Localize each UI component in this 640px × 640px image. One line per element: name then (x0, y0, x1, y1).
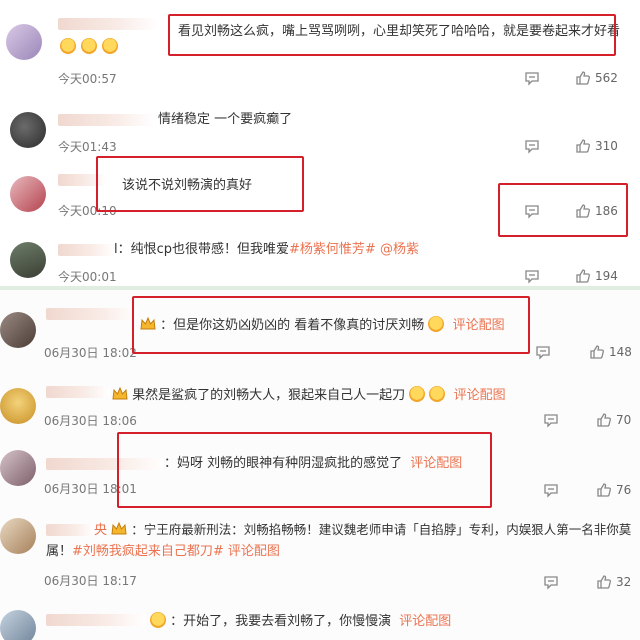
comment-text: ：开始了，我要去看刘畅了，你慢慢演 评论配图 (150, 612, 451, 632)
like-count: 32 (616, 575, 632, 589)
avatar[interactable] (0, 312, 36, 348)
comment-text-line2: 属！#刘畅我疯起来自己都刀# 评论配图 (46, 542, 280, 562)
highlight-box (168, 14, 616, 56)
like-count: 310 (595, 139, 618, 153)
thumbs-up-icon (590, 345, 604, 359)
thumbs-up-icon (597, 483, 611, 497)
comment-text-body: ：开始了，我要去看刘畅了，你慢慢演 (170, 614, 392, 629)
comment-timestamp: 06月30日 18:02 (44, 346, 137, 360)
thumbs-up-icon (576, 269, 590, 283)
avatar[interactable] (0, 388, 36, 424)
highlight-box (498, 183, 628, 237)
like-button[interactable]: 148 (589, 344, 632, 360)
comment-text-body: ：宁王府最新刑法：刘畅掐畅畅！建议魏老师申请「自掐脖」专利，内娱狠人第一名非你莫 (131, 522, 632, 537)
reply-button[interactable] (543, 412, 559, 428)
comment-text-body: l：纯恨cp也很带感！但我唯爱 (114, 242, 290, 257)
comment-timestamp: 今天01:43 (58, 140, 117, 154)
comment-text: 果然是鲨疯了的刘畅大人，狠起来自己人一起刀 评论配图 (112, 386, 506, 406)
like-count: 194 (595, 269, 618, 283)
laughing-emoji-icon (81, 38, 98, 54)
laughing-emoji-icon (429, 386, 446, 402)
avatar[interactable] (10, 242, 46, 278)
like-count: 562 (595, 71, 618, 85)
avatar[interactable] (0, 518, 36, 554)
reply-button[interactable] (524, 138, 540, 154)
comment-text: 央 ：宁王府最新刑法：刘畅掐畅畅！建议魏老师申请「自掐脖」专利，内娱狠人第一名非… (94, 520, 631, 541)
highlight-box (96, 156, 304, 212)
comment-icon (544, 576, 558, 590)
like-count: 70 (616, 413, 632, 427)
crown-badge-icon (112, 386, 128, 401)
like-button[interactable]: 562 (575, 70, 618, 86)
like-button[interactable]: 76 (596, 482, 631, 498)
username-blurred[interactable] (46, 386, 110, 398)
comment-image-link[interactable]: 评论配图 (228, 544, 280, 559)
reply-button[interactable] (543, 574, 559, 590)
avatar[interactable] (10, 176, 46, 212)
username-blurred[interactable] (58, 18, 158, 30)
laughing-emoji-icon (409, 386, 426, 402)
comment-icon (536, 346, 550, 360)
crown-badge-icon (111, 521, 127, 536)
avatar[interactable] (10, 112, 46, 148)
like-count: 148 (609, 345, 632, 359)
laughing-emoji-icon (60, 38, 76, 54)
comment-timestamp: 06月30日 18:06 (44, 414, 137, 428)
avatar[interactable] (6, 24, 42, 60)
laughing-emoji-icon (102, 38, 119, 54)
username-blurred[interactable] (46, 308, 138, 320)
comment-icon (525, 270, 539, 284)
comment-text: l：纯恨cp也很带感！但我唯爱#杨紫何惟芳# @杨紫 (114, 240, 419, 260)
like-button[interactable]: 70 (596, 412, 631, 428)
comment-text: 情绪稳定 一个要疯癫了 (158, 112, 293, 127)
username-blurred[interactable] (58, 244, 114, 256)
username-blurred[interactable] (58, 114, 154, 126)
highlight-box (117, 432, 492, 508)
comment-text-body: 果然是鲨疯了的刘畅大人，狠起来自己人一起刀 (132, 388, 406, 403)
like-count: 76 (616, 483, 632, 497)
comment-image-link[interactable]: 评论配图 (454, 388, 506, 403)
comment-timestamp: 今天00:01 (58, 270, 117, 284)
comment-image-link[interactable]: 评论配图 (399, 614, 451, 629)
comment-feed-bottom: ：但是你这奶凶奶凶的 看着不像真的讨厌刘畅 评论配图 06月30日 18:02 … (0, 290, 640, 640)
like-button[interactable]: 32 (596, 574, 631, 590)
comment-text-body: 属！ (46, 544, 73, 559)
username-blurred[interactable] (46, 614, 146, 626)
comment-icon (544, 414, 558, 428)
comment-icon (525, 140, 539, 154)
comment-icon (544, 484, 558, 498)
mention-link[interactable]: @杨紫 (380, 242, 419, 257)
like-button[interactable]: 194 (575, 268, 618, 284)
reply-button[interactable] (535, 344, 551, 360)
thumbs-up-icon (576, 71, 590, 85)
like-button[interactable]: 310 (575, 138, 618, 154)
reply-button[interactable] (524, 268, 540, 284)
user-badge-row (60, 36, 119, 55)
laughing-emoji-icon (150, 612, 166, 628)
avatar[interactable] (0, 610, 36, 640)
avatar[interactable] (0, 450, 36, 486)
comment-feed-top: 看见刘畅这么疯，嘴上骂骂咧咧，心里却笑死了哈哈哈，就是要卷起来才好看 今天00:… (0, 0, 640, 286)
comment-timestamp: 06月30日 18:17 (44, 574, 137, 588)
comment-icon (525, 72, 539, 86)
highlight-box (132, 296, 530, 354)
thumbs-up-icon (597, 575, 611, 589)
reply-button[interactable] (543, 482, 559, 498)
hashtag-link[interactable]: #杨紫何惟芳# (289, 242, 376, 257)
username-blurred[interactable] (46, 524, 94, 536)
comment-timestamp: 今天00:57 (58, 72, 117, 86)
hashtag-link[interactable]: #刘畅我疯起来自己都刀# (72, 544, 224, 559)
thumbs-up-icon (597, 413, 611, 427)
thumbs-up-icon (576, 139, 590, 153)
reply-button[interactable] (524, 70, 540, 86)
username-tail[interactable]: 央 (94, 523, 107, 538)
